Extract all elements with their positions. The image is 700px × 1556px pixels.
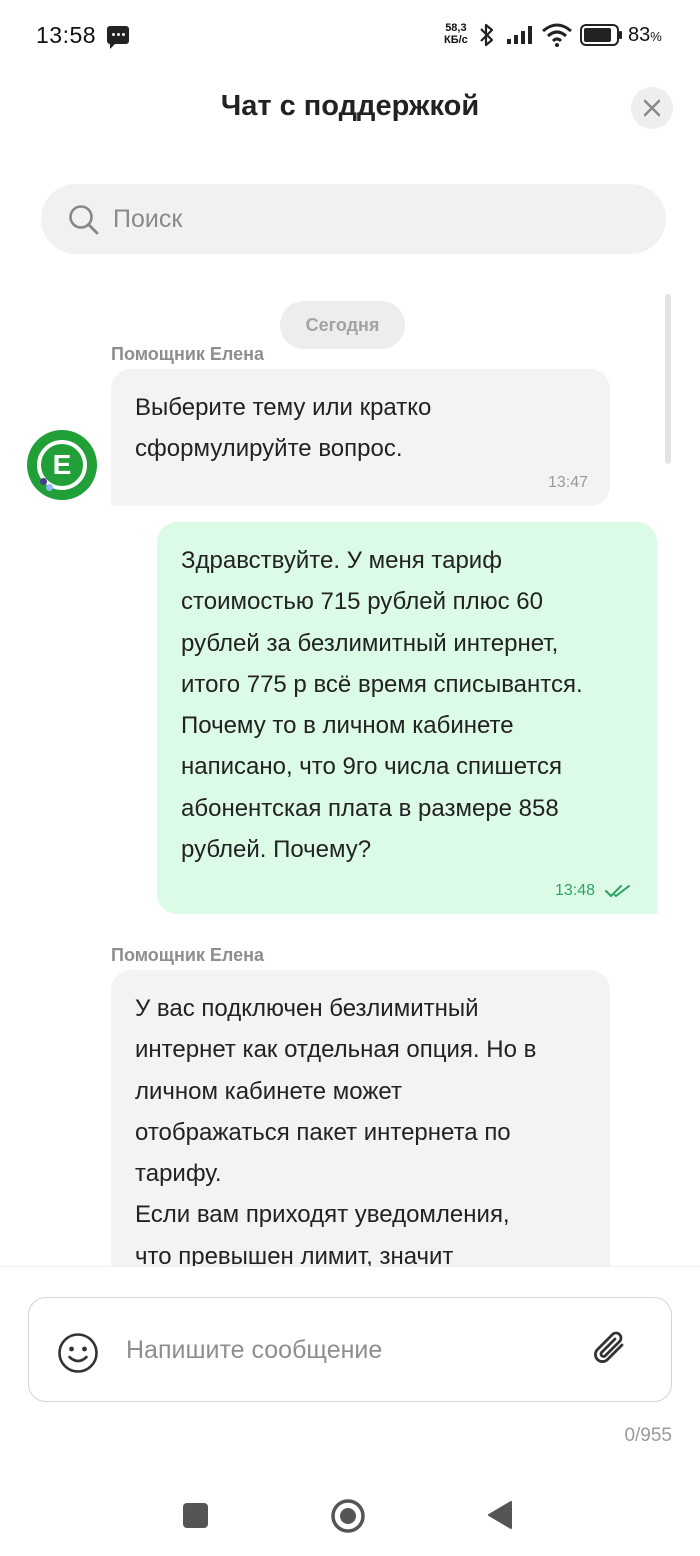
- battery-icon: [580, 24, 622, 46]
- home-button[interactable]: [330, 1498, 366, 1534]
- back-button[interactable]: [486, 1500, 514, 1530]
- close-button[interactable]: [631, 87, 673, 129]
- message-text: Здравствуйте. У меня тариф стоимостью 71…: [181, 547, 583, 864]
- search-input[interactable]: [113, 184, 633, 254]
- page-title: Чат с поддержкой: [220, 90, 480, 122]
- search-bar[interactable]: [41, 184, 666, 254]
- read-checkmarks-icon: [605, 885, 630, 897]
- message-composer-area: 0/955: [0, 1266, 700, 1466]
- outgoing-message-bubble[interactable]: Здравствуйте. У меня тариф стоимостью 71…: [157, 522, 657, 914]
- avatar-letter: E: [52, 449, 72, 480]
- chat-message-list[interactable]: Сегодня Помощник Елена E Выберите тему и…: [0, 270, 700, 1266]
- avatar-dot: [46, 484, 53, 491]
- attach-icon[interactable]: [589, 1328, 631, 1370]
- status-bar: 13:58 58,3 КБ/с 83%: [0, 0, 700, 70]
- wifi-icon: [542, 23, 572, 47]
- battery-percentage: 83%: [628, 24, 662, 47]
- message-text: Выберите тему или кратко сформулируйте в…: [135, 394, 432, 463]
- recent-apps-button[interactable]: [183, 1503, 208, 1528]
- message-composer[interactable]: [28, 1297, 672, 1403]
- message-text: У вас подключен безлимитный интернет как…: [135, 995, 537, 1266]
- emoji-icon[interactable]: [57, 1332, 99, 1374]
- message-sender-name: Помощник Елена: [111, 344, 264, 364]
- status-time: 13:58: [36, 22, 97, 48]
- signal-icon: [507, 26, 532, 44]
- network-speed-value: 58,3: [445, 22, 467, 34]
- incoming-message-bubble[interactable]: У вас подключен безлимитный интернет как…: [111, 970, 610, 1266]
- network-speed-unit: КБ/с: [444, 34, 468, 46]
- character-counter: 0/955: [624, 1425, 672, 1446]
- assistant-avatar[interactable]: E: [27, 430, 97, 500]
- message-meta: 13:48: [555, 882, 631, 900]
- search-icon: [69, 205, 99, 235]
- message-sender-name: Помощник Елена: [111, 945, 264, 965]
- message-notification-icon: [107, 26, 129, 49]
- message-time: 13:48: [554, 882, 595, 899]
- date-separator: Сегодня: [280, 301, 405, 349]
- avatar-dot: [40, 478, 47, 485]
- message-time: 13:47: [547, 474, 588, 491]
- message-input[interactable]: [126, 1298, 566, 1403]
- scrollbar[interactable]: [665, 294, 671, 464]
- incoming-message-bubble[interactable]: Выберите тему или кратко сформулируйте в…: [111, 369, 610, 506]
- battery-percentage-value: 83: [628, 24, 651, 46]
- close-icon: [643, 99, 661, 117]
- network-speed: 58,3 КБ/с: [444, 22, 468, 46]
- bluetooth-icon: [480, 23, 494, 47]
- system-navigation-bar: [0, 1466, 700, 1556]
- battery-percentage-sign: %: [650, 29, 662, 44]
